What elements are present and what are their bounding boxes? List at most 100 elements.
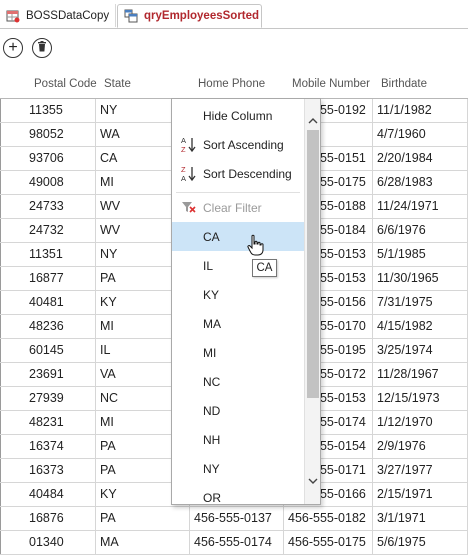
- cell-birth[interactable]: 11/1/1982: [373, 99, 468, 122]
- tab-label: BOSSDataCopy: [26, 9, 110, 22]
- delete-button[interactable]: [32, 38, 52, 58]
- cell-mobile[interactable]: 456-555-0182: [284, 507, 373, 530]
- filter-value-item[interactable]: KY: [172, 280, 304, 309]
- clear-filter-item[interactable]: Clear Filter: [172, 193, 304, 222]
- tab-bossdatacopy[interactable]: BOSSDataCopy: [0, 4, 116, 27]
- cell-birth[interactable]: 11/28/1967: [373, 363, 468, 386]
- scroll-down-arrow-icon[interactable]: [305, 475, 320, 491]
- filter-value-item[interactable]: NY: [172, 454, 304, 483]
- hand-cursor-icon: [246, 234, 266, 258]
- filter-value-item[interactable]: IL: [172, 251, 304, 280]
- clear-filter-label: Clear Filter: [203, 200, 262, 215]
- scroll-up-arrow-icon[interactable]: [305, 115, 320, 131]
- cell-postal[interactable]: 48231: [0, 411, 96, 434]
- svg-text:Z: Z: [181, 145, 186, 153]
- cell-birth[interactable]: 4/7/1960: [373, 123, 468, 146]
- cell-birth[interactable]: 3/1/1971: [373, 507, 468, 530]
- table-row[interactable]: 01340 MA 456-555-0174 456-555-0175 5/6/1975: [0, 531, 468, 555]
- cell-postal[interactable]: 24733: [0, 195, 96, 218]
- cell-home[interactable]: 456-555-0137: [190, 507, 284, 530]
- filter-value-label: NY: [203, 461, 220, 476]
- cell-birth[interactable]: 6/28/1983: [373, 171, 468, 194]
- filter-value-label: MA: [203, 316, 221, 331]
- table-row[interactable]: 16876 PA 456-555-0137 456-555-0182 3/1/1971: [0, 507, 468, 531]
- cell-postal[interactable]: 27939: [0, 387, 96, 410]
- cell-postal[interactable]: 49008: [0, 171, 96, 194]
- sort-descending-item[interactable]: Z A Sort Descending: [172, 159, 304, 188]
- cell-birth[interactable]: 2/20/1984: [373, 147, 468, 170]
- cell-postal[interactable]: 60145: [0, 339, 96, 362]
- filter-value-item[interactable]: NH: [172, 425, 304, 454]
- cell-birth[interactable]: 7/31/1975: [373, 291, 468, 314]
- hide-column-label: Hide Column: [203, 108, 273, 123]
- sort-descending-label: Sort Descending: [203, 166, 292, 181]
- cell-postal[interactable]: 40481: [0, 291, 96, 314]
- tab-qryemployeessorted[interactable]: qryEmployeesSorted: [117, 4, 262, 28]
- cell-postal[interactable]: 40484: [0, 483, 96, 506]
- filter-value-item[interactable]: NC: [172, 367, 304, 396]
- filter-value-label: NC: [203, 374, 221, 389]
- filter-value-item[interactable]: MA: [172, 309, 304, 338]
- cell-postal[interactable]: 24732: [0, 219, 96, 242]
- cell-birth[interactable]: 12/15/1973: [373, 387, 468, 410]
- cell-birth[interactable]: 5/6/1975: [373, 531, 468, 554]
- column-filter-menu: Hide Column A Z Sort Ascending Z A Sort …: [171, 98, 321, 505]
- cell-state[interactable]: PA: [96, 507, 190, 530]
- filter-value-item[interactable]: OR: [172, 483, 304, 505]
- cell-postal[interactable]: 16877: [0, 267, 96, 290]
- cell-birth[interactable]: 1/12/1970: [373, 411, 468, 434]
- plus-icon: +: [8, 39, 18, 56]
- cell-birth[interactable]: 2/15/1971: [373, 483, 468, 506]
- cell-postal[interactable]: 01340: [0, 531, 96, 554]
- cell-birth[interactable]: 11/30/1965: [373, 267, 468, 290]
- sort-descending-icon: Z A: [181, 165, 197, 183]
- cell-postal[interactable]: 16374: [0, 435, 96, 458]
- column-header-postal-code[interactable]: Postal Code: [34, 70, 97, 98]
- cell-postal[interactable]: 11351: [0, 243, 96, 266]
- clear-filter-icon: [181, 199, 197, 216]
- query-icon: [124, 9, 138, 23]
- svg-text:A: A: [181, 174, 186, 182]
- column-header-mobile-number[interactable]: Mobile Number: [292, 70, 370, 98]
- filter-value-label: KY: [203, 287, 220, 302]
- table-icon: [6, 9, 20, 23]
- cell-birth[interactable]: 11/24/1971: [373, 195, 468, 218]
- tab-bar: BOSSDataCopy qryEmployeesSorted: [0, 0, 468, 29]
- svg-text:Z: Z: [181, 165, 186, 174]
- add-button[interactable]: +: [3, 38, 23, 58]
- filter-value-item[interactable]: MI: [172, 338, 304, 367]
- scroll-thumb[interactable]: [307, 130, 319, 398]
- svg-text:A: A: [181, 136, 186, 145]
- cell-home[interactable]: 456-555-0174: [190, 531, 284, 554]
- trash-icon: [37, 40, 47, 56]
- filter-value-label: IL: [203, 258, 214, 273]
- sort-ascending-icon: A Z: [181, 136, 197, 154]
- cell-birth[interactable]: 4/15/1982: [373, 315, 468, 338]
- cell-birth[interactable]: 6/6/1976: [373, 219, 468, 242]
- cell-postal[interactable]: 16373: [0, 459, 96, 482]
- column-header-birthdate[interactable]: Birthdate: [381, 70, 427, 98]
- filter-value-label: OR: [203, 490, 221, 505]
- cell-postal[interactable]: 98052: [0, 123, 96, 146]
- tab-label: qryEmployeesSorted: [144, 10, 260, 22]
- filter-value-item[interactable]: ND: [172, 396, 304, 425]
- filter-value-label: MI: [203, 345, 217, 360]
- filter-value-label: CA: [203, 229, 220, 244]
- column-header-home-phone[interactable]: Home Phone: [198, 70, 265, 98]
- column-header-state[interactable]: State: [104, 70, 131, 98]
- menu-scrollbar[interactable]: [304, 99, 320, 504]
- cell-state[interactable]: MA: [96, 531, 190, 554]
- hide-column-item[interactable]: Hide Column: [172, 101, 304, 130]
- cell-birth[interactable]: 5/1/1985: [373, 243, 468, 266]
- cell-postal[interactable]: 48236: [0, 315, 96, 338]
- cell-postal[interactable]: 11355: [0, 99, 96, 122]
- cell-mobile[interactable]: 456-555-0175: [284, 531, 373, 554]
- cell-birth[interactable]: 3/25/1974: [373, 339, 468, 362]
- cell-birth[interactable]: 3/27/1977: [373, 459, 468, 482]
- cell-postal[interactable]: 16876: [0, 507, 96, 530]
- sort-ascending-item[interactable]: A Z Sort Ascending: [172, 130, 304, 159]
- filter-value-item[interactable]: CA: [172, 222, 304, 251]
- cell-postal[interactable]: 93706: [0, 147, 96, 170]
- cell-birth[interactable]: 2/9/1976: [373, 435, 468, 458]
- cell-postal[interactable]: 23691: [0, 363, 96, 386]
